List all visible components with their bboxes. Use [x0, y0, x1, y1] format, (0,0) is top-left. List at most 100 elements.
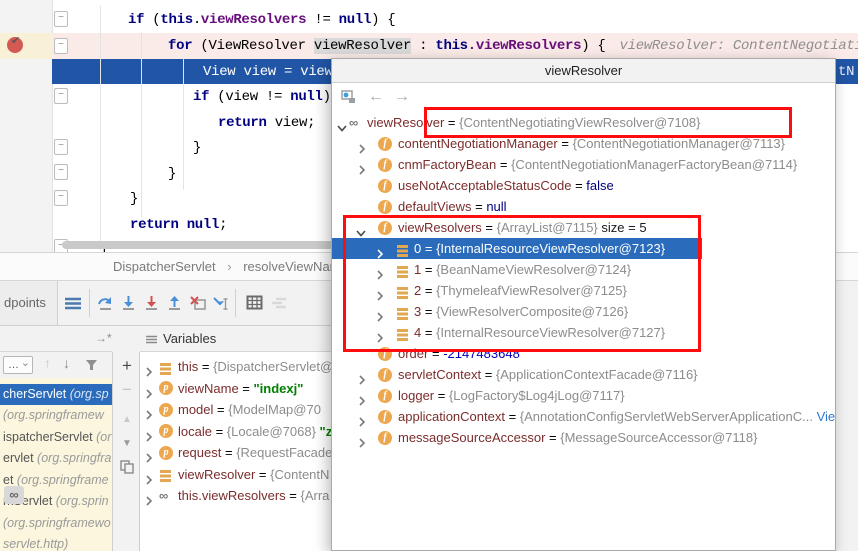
fold-marker-icon[interactable]: [54, 38, 68, 54]
indent-guide: [100, 6, 101, 250]
tree-row[interactable]: messageSourceAccessor = {MessageSourceAc…: [332, 427, 835, 448]
field-icon: [378, 179, 392, 193]
tree-row[interactable]: defaultViews = null: [332, 196, 835, 217]
popup-title[interactable]: viewResolver: [332, 59, 835, 83]
code-line: }: [130, 187, 138, 212]
debugger-inline-hint: viewResolver: ContentNegotiatin: [620, 38, 858, 54]
tree-row[interactable]: useNotAcceptableStatusCode = false: [332, 175, 835, 196]
add-watch-icon[interactable]: +: [119, 356, 135, 372]
code-line: if (this.viewResolvers != null) {: [128, 8, 395, 33]
chevron-down-icon[interactable]: [337, 118, 347, 133]
code-line: if (view != null): [193, 85, 331, 110]
chevron-right-icon[interactable]: [358, 370, 366, 385]
parameter-icon: [159, 424, 173, 438]
variables-icon: [146, 335, 157, 344]
drop-frame-icon[interactable]: [189, 295, 209, 313]
force-step-into-icon[interactable]: [143, 295, 163, 313]
remove-watch-icon: −: [119, 380, 135, 396]
code-line: return view;: [218, 111, 315, 136]
fold-marker-icon[interactable]: [54, 190, 68, 206]
field-icon: [378, 389, 392, 403]
tree-row[interactable]: servletContext = {ApplicationContextFaca…: [332, 364, 835, 385]
tab-breakpoints-stub[interactable]: dpoints →*: [0, 281, 58, 325]
frame-row[interactable]: ispatcherServlet (or: [0, 427, 112, 448]
thread-selector-dropdown[interactable]: …: [3, 356, 33, 374]
indent-guide: [183, 58, 184, 190]
field-icon: [378, 431, 392, 445]
breakpoint-icon[interactable]: [7, 37, 23, 53]
parameter-icon: [159, 446, 173, 460]
ide-window: if (this.viewResolvers != null) { for (V…: [0, 0, 858, 551]
fold-marker-icon[interactable]: [54, 11, 68, 27]
annotation-box-viewresolvers-list: [343, 215, 701, 352]
back-icon[interactable]: ←: [368, 83, 384, 111]
fold-marker-icon[interactable]: [54, 88, 68, 104]
annotation-box-viewresolver-value: [424, 107, 792, 138]
code-line: return null;: [130, 213, 227, 238]
frame-row[interactable]: servlet.http): [0, 534, 112, 551]
code-line-breakpoint: for (ViewResolver viewResolver : this.vi…: [168, 34, 858, 59]
breadcrumb-separator: ›: [227, 259, 231, 274]
variables-list: this = {DispatcherServlet@ viewName = "i…: [140, 352, 331, 551]
chevron-right-icon[interactable]: [145, 491, 153, 513]
step-into-icon[interactable]: [120, 295, 140, 313]
move-up-icon: ▲: [119, 414, 135, 430]
field-icon: [378, 137, 392, 151]
field-icon: [378, 410, 392, 424]
variable-row[interactable]: request = {RequestFacade: [140, 442, 331, 464]
show-watches-icon[interactable]: [4, 486, 24, 504]
move-down-icon[interactable]: ▼: [119, 438, 135, 454]
fold-marker-icon[interactable]: [54, 139, 68, 155]
field-icon: [378, 158, 392, 172]
chevron-right-icon[interactable]: [358, 160, 366, 175]
fold-marker-icon[interactable]: [54, 164, 68, 180]
parameter-icon: [159, 381, 173, 395]
chevron-right-icon[interactable]: [358, 433, 366, 448]
arrow-down-icon[interactable]: ↓: [63, 355, 70, 371]
code-line: }: [193, 136, 201, 161]
variable-row[interactable]: viewName = "indexj": [140, 378, 331, 400]
chevron-right-icon[interactable]: [358, 391, 366, 406]
watch-icon: [349, 112, 358, 133]
tree-row[interactable]: cnmFactoryBean = {ContentNegotiationMana…: [332, 154, 835, 175]
frames-list: cherServlet (org.sp (org.springframew is…: [0, 378, 112, 551]
code-line: }: [168, 162, 176, 187]
frame-row[interactable]: cherServlet (org.sp: [0, 384, 112, 405]
frame-row[interactable]: (org.springframew: [0, 405, 112, 426]
code-line-current: View view = viewR: [203, 60, 341, 85]
step-over-icon[interactable]: [97, 295, 117, 313]
variable-row[interactable]: this = {DispatcherServlet@: [140, 356, 331, 378]
evaluate-expression-icon[interactable]: [246, 295, 266, 313]
tree-row[interactable]: logger = {LogFactory$Log4jLog@7117}: [332, 385, 835, 406]
run-to-cursor-icon[interactable]: [212, 295, 232, 313]
step-out-icon[interactable]: [166, 295, 186, 313]
code-line-current-tail: tN: [838, 60, 854, 85]
variable-row[interactable]: viewResolver = {ContentN: [140, 464, 331, 486]
arrow-up-icon: ↑: [44, 355, 51, 371]
forward-icon[interactable]: →: [394, 83, 410, 111]
watch-icon: [159, 485, 168, 507]
tab-variables[interactable]: Variables: [140, 326, 331, 352]
menu-icon[interactable]: [64, 295, 84, 313]
duplicate-watch-icon[interactable]: [119, 460, 135, 476]
variable-row[interactable]: locale = {Locale@7068} "z: [140, 421, 331, 443]
toolbar-separator: [89, 289, 90, 317]
pin-icon[interactable]: →*: [95, 331, 112, 345]
toolbar-separator: [235, 289, 236, 317]
variable-row[interactable]: this.viewResolvers = {Arra: [140, 485, 331, 507]
frame-row[interactable]: ervlet (org.springfra: [0, 448, 112, 469]
parameter-icon: [159, 403, 173, 417]
show-in-variables-icon[interactable]: [341, 90, 356, 109]
horizontal-scrollbar[interactable]: [62, 241, 334, 249]
chevron-right-icon[interactable]: [358, 139, 366, 154]
variable-row[interactable]: model = {ModelMap@70: [140, 399, 331, 421]
breadcrumb-class[interactable]: DispatcherServlet: [113, 259, 216, 274]
field-icon: [378, 200, 392, 214]
chevron-right-icon[interactable]: [358, 412, 366, 427]
filter-icon[interactable]: [86, 358, 98, 376]
field-icon: [378, 368, 392, 382]
frame-row[interactable]: (org.springframewo: [0, 513, 112, 534]
tree-row[interactable]: applicationContext = {AnnotationConfigSe…: [332, 406, 835, 427]
indent-guide: [141, 32, 142, 217]
view-link[interactable]: View: [817, 409, 835, 424]
